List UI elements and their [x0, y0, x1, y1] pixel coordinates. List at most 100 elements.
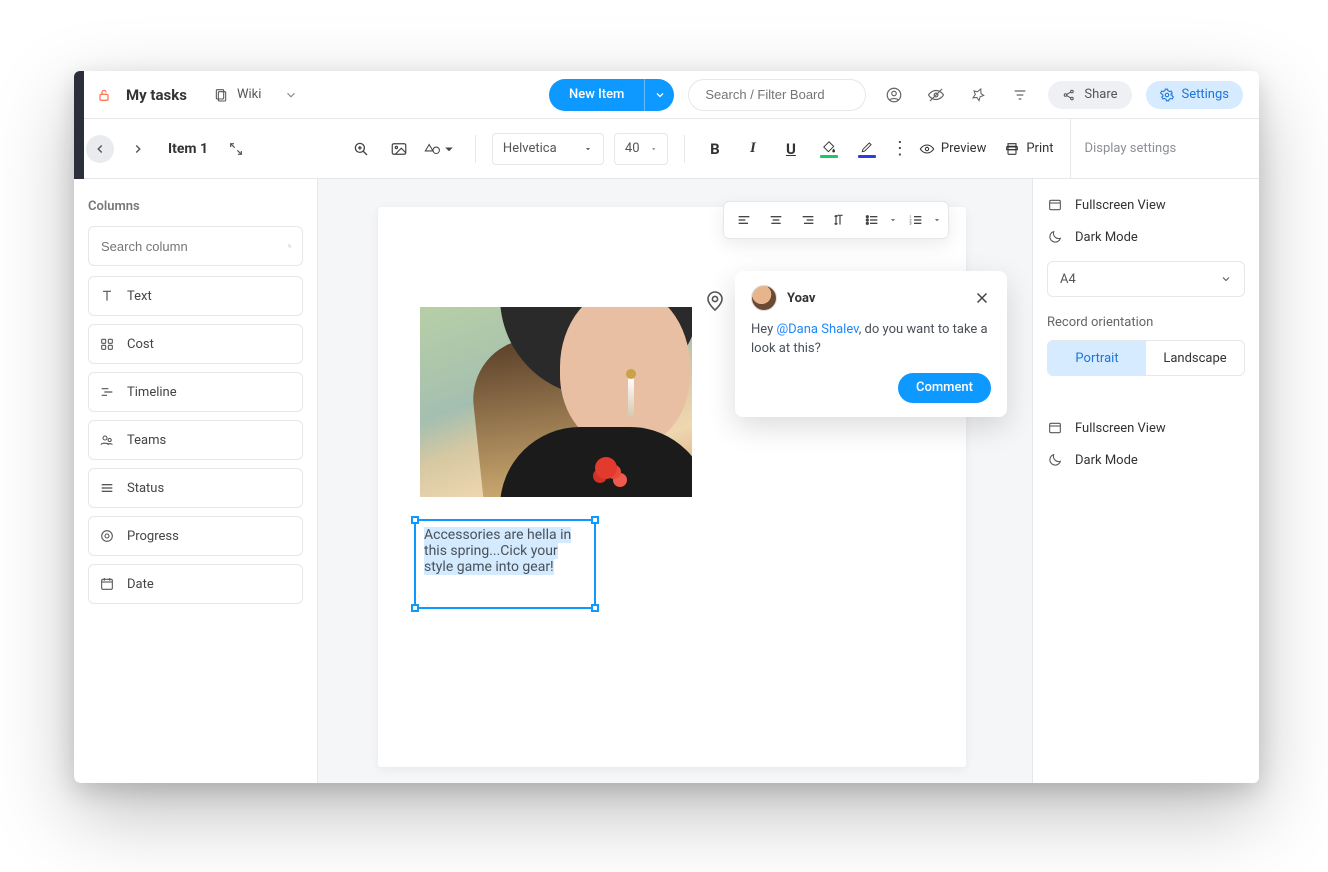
column-label: Status	[127, 481, 164, 496]
bullet-list-icon	[864, 212, 880, 228]
status-icon	[99, 480, 115, 496]
print-label: Print	[1026, 141, 1053, 156]
column-search[interactable]	[88, 226, 303, 266]
document-image[interactable]	[420, 307, 692, 497]
fill-color-button[interactable]	[815, 140, 843, 158]
insert-image-button[interactable]	[385, 135, 413, 163]
column-type-cost[interactable]: Cost	[88, 324, 303, 364]
numbered-list-button[interactable]: 123	[902, 206, 942, 234]
darkmode-toggle-2[interactable]: Dark Mode	[1047, 444, 1245, 476]
orientation-portrait[interactable]: Portrait	[1048, 341, 1146, 375]
font-family-select[interactable]: Helvetica	[492, 133, 604, 165]
preview-button[interactable]: Preview	[919, 141, 986, 157]
more-tools-button[interactable]: ⋮	[891, 138, 909, 159]
resize-handle-br[interactable]	[591, 604, 599, 612]
preview-label: Preview	[941, 141, 986, 156]
chevron-right-icon	[131, 142, 145, 156]
resize-handle-tr[interactable]	[591, 516, 599, 524]
zoom-in-button[interactable]	[347, 135, 375, 163]
user-icon[interactable]	[880, 81, 908, 109]
svg-text:3: 3	[909, 221, 911, 226]
document-page[interactable]: 123 Accessories are hella in this spring…	[378, 207, 966, 767]
search-input[interactable]	[703, 86, 851, 103]
settings-button[interactable]: Settings	[1146, 81, 1243, 109]
orientation-label: Record orientation	[1047, 315, 1245, 330]
teams-icon	[99, 432, 115, 448]
column-type-status[interactable]: Status	[88, 468, 303, 508]
bullet-list-button[interactable]	[858, 206, 898, 234]
align-center-button[interactable]	[762, 206, 790, 234]
board-title: My tasks	[126, 86, 187, 104]
comment-author: Yoav	[787, 291, 815, 306]
column-type-timeline[interactable]: Timeline	[88, 372, 303, 412]
resize-handle-bl[interactable]	[411, 604, 419, 612]
comment-submit-button[interactable]: Comment	[898, 373, 991, 403]
tab-dropdown[interactable]	[275, 81, 303, 109]
fullscreen-toggle[interactable]: Fullscreen View	[1047, 189, 1245, 221]
insert-shape-button[interactable]	[423, 135, 459, 163]
font-size-select[interactable]: 40	[614, 133, 668, 165]
comment-mention[interactable]: @Dana Shalev	[776, 322, 858, 337]
column-label: Cost	[127, 337, 154, 352]
comment-text-before: Hey	[751, 322, 776, 337]
share-icon	[1062, 88, 1076, 102]
italic-button[interactable]: I	[739, 135, 767, 163]
darkmode-label-2: Dark Mode	[1075, 453, 1138, 468]
column-type-progress[interactable]: Progress	[88, 516, 303, 556]
caret-down-icon	[932, 215, 942, 225]
paint-bucket-icon	[821, 140, 837, 154]
top-bar: My tasks Wiki New Item	[74, 71, 1259, 119]
darkmode-label: Dark Mode	[1075, 230, 1138, 245]
share-label: Share	[1084, 87, 1117, 102]
column-type-date[interactable]: Date	[88, 564, 303, 604]
close-icon[interactable]	[973, 289, 991, 307]
prev-item-button[interactable]	[86, 135, 114, 163]
align-left-button[interactable]	[730, 206, 758, 234]
body: Columns Text Cost Timeline Teams	[74, 179, 1259, 783]
selected-text-block[interactable]: Accessories are hella in this spring...C…	[414, 519, 596, 609]
chevron-down-icon	[654, 89, 666, 101]
bold-button[interactable]: B	[701, 135, 729, 163]
item-nav: Item 1	[74, 135, 277, 163]
search-board[interactable]	[688, 79, 866, 111]
comment-popover: Yoav Hey @Dana Shalev, do you want to ta…	[735, 271, 1007, 417]
resize-handle-tl[interactable]	[411, 516, 419, 524]
new-item-button[interactable]: New Item	[549, 79, 674, 111]
caret-down-icon	[888, 215, 898, 225]
column-label: Date	[127, 577, 154, 592]
share-button[interactable]: Share	[1048, 81, 1131, 109]
column-search-input[interactable]	[99, 238, 279, 255]
line-height-button[interactable]	[826, 206, 854, 234]
column-label: Timeline	[127, 385, 177, 400]
avatar	[751, 285, 777, 311]
darkmode-toggle[interactable]: Dark Mode	[1047, 221, 1245, 253]
paper-size-select[interactable]: A4	[1047, 261, 1245, 297]
numbers-icon	[99, 336, 115, 352]
chevron-down-icon	[1220, 273, 1232, 285]
pencil-icon	[859, 140, 875, 154]
column-type-teams[interactable]: Teams	[88, 420, 303, 460]
next-item-button[interactable]	[124, 135, 152, 163]
filter-icon[interactable]	[1006, 81, 1034, 109]
columns-sidebar: Columns Text Cost Timeline Teams	[74, 179, 318, 783]
comment-body: Hey @Dana Shalev, do you want to take a …	[751, 321, 991, 359]
visibility-icon[interactable]	[922, 81, 950, 109]
new-item-dropdown[interactable]	[644, 79, 674, 111]
align-right-button[interactable]	[794, 206, 822, 234]
app-window: My tasks Wiki New Item	[74, 71, 1259, 783]
location-pin-icon[interactable]	[703, 289, 727, 313]
canvas-area[interactable]: 123 Accessories are hella in this spring…	[318, 179, 1032, 783]
expand-icon[interactable]	[228, 141, 244, 157]
pin-icon[interactable]	[964, 81, 992, 109]
stroke-color-button[interactable]	[853, 140, 881, 158]
print-button[interactable]: Print	[1004, 141, 1053, 157]
text-block-content: Accessories are hella in this spring...C…	[424, 527, 571, 575]
underline-button[interactable]: U	[777, 135, 805, 163]
columns-heading: Columns	[88, 199, 303, 214]
font-size-value: 40	[625, 141, 640, 156]
fullscreen-toggle-2[interactable]: Fullscreen View	[1047, 412, 1245, 444]
column-type-text[interactable]: Text	[88, 276, 303, 316]
orientation-landscape[interactable]: Landscape	[1146, 341, 1244, 375]
tab-wiki[interactable]: Wiki	[213, 87, 261, 103]
orientation-segmented: Portrait Landscape	[1047, 340, 1245, 376]
